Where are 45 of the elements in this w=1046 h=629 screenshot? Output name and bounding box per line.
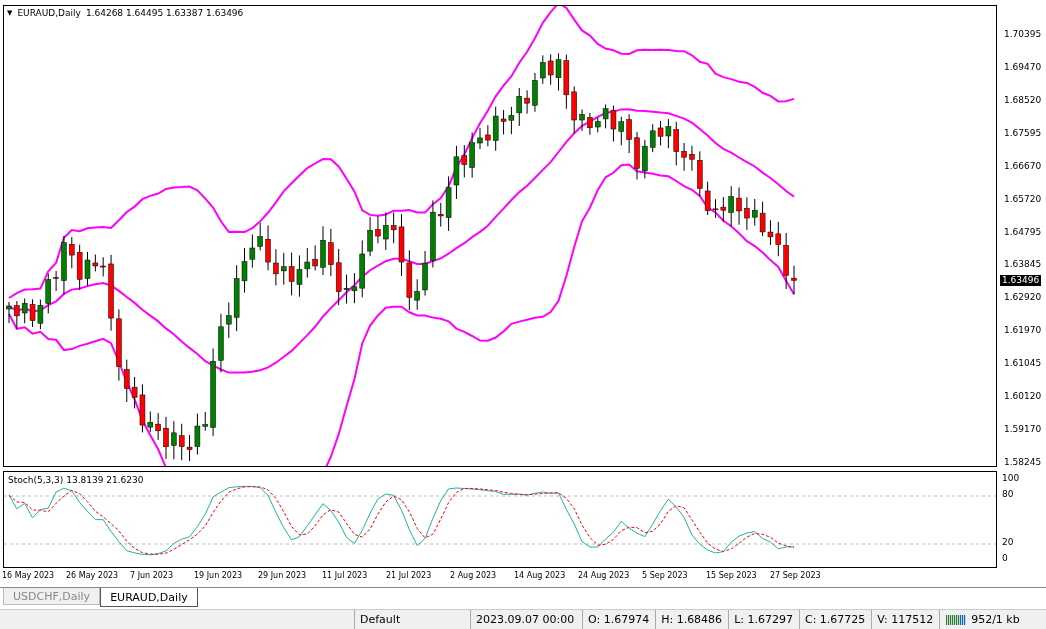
stochastic-axis-label: 80: [1002, 489, 1014, 500]
price-axis-label: 1.65720: [1003, 193, 1043, 204]
price-axis-label: 1.64795: [1003, 226, 1043, 237]
date-axis-label: 7 Jun 2023: [130, 571, 175, 580]
chart-tab[interactable]: EURAUD,Daily: [100, 588, 198, 607]
price-axis-label: 1.61970: [1003, 325, 1043, 336]
date-axis-label: 14 Aug 2023: [514, 571, 567, 580]
date-axis-label: 2 Aug 2023: [450, 571, 498, 580]
high-price-status: H: 1.68486: [655, 610, 729, 629]
date-axis-label: 5 Sep 2023: [642, 571, 689, 580]
price-axis-label: 1.70395: [1003, 29, 1043, 39]
date-axis-label: 16 May 2023: [2, 571, 56, 580]
date-axis-label: 19 Jun 2023: [194, 571, 244, 580]
date-axis-label: 15 Sep 2023: [706, 571, 758, 580]
date-axis-label: 29 Jun 2023: [258, 571, 308, 580]
price-axis-label: 1.68520: [1003, 94, 1043, 105]
date-axis-label: 27 Sep 2023: [770, 571, 822, 580]
date-axis-label: 24 Aug 2023: [578, 571, 631, 580]
close-price-status: C: 1.67725: [798, 610, 872, 629]
profile-status: Default: [354, 610, 470, 629]
price-axis-label: 1.60120: [1003, 391, 1043, 402]
ohlc-values: 1.64268 1.64495 1.63387 1.63496: [85, 8, 244, 18]
bar-time-status: 2023.09.07 00:00: [470, 610, 582, 629]
date-axis-label: 26 May 2023: [66, 571, 120, 580]
open-price-status: O: 1.67974: [582, 610, 656, 629]
volume-status: V: 117512: [871, 610, 940, 629]
low-price-status: L: 1.67297: [728, 610, 799, 629]
connection-bars-icon: [945, 614, 968, 626]
stochastic-axis-label: 100: [1002, 473, 1020, 484]
stochastic-axis-label: 20: [1002, 537, 1014, 548]
stochastic-title: Stoch(5,3,3) 13.8139 21.6230: [8, 475, 144, 485]
price-axis-label: 1.62920: [1003, 292, 1043, 303]
price-axis-label: 1.58245: [1003, 457, 1043, 467]
traffic-status: 952/1 kb: [971, 613, 1020, 626]
stochastic-axis-label: 0: [1002, 553, 1008, 564]
price-axis-label: 1.66670: [1003, 160, 1043, 171]
current-price-label: 1.63496: [1000, 275, 1042, 286]
price-axis-label: 1.59170: [1003, 424, 1043, 435]
price-axis-label: 1.67595: [1003, 127, 1043, 138]
chart-symbol-title: EURAUD,Daily: [17, 8, 81, 18]
date-axis-label: 11 Jul 2023: [322, 571, 369, 580]
price-axis-label: 1.69470: [1003, 61, 1043, 72]
price-axis-label: 1.61045: [1003, 358, 1043, 369]
price-axis-label: 1.63845: [1003, 259, 1043, 270]
date-axis-label: 21 Jul 2023: [386, 571, 433, 580]
